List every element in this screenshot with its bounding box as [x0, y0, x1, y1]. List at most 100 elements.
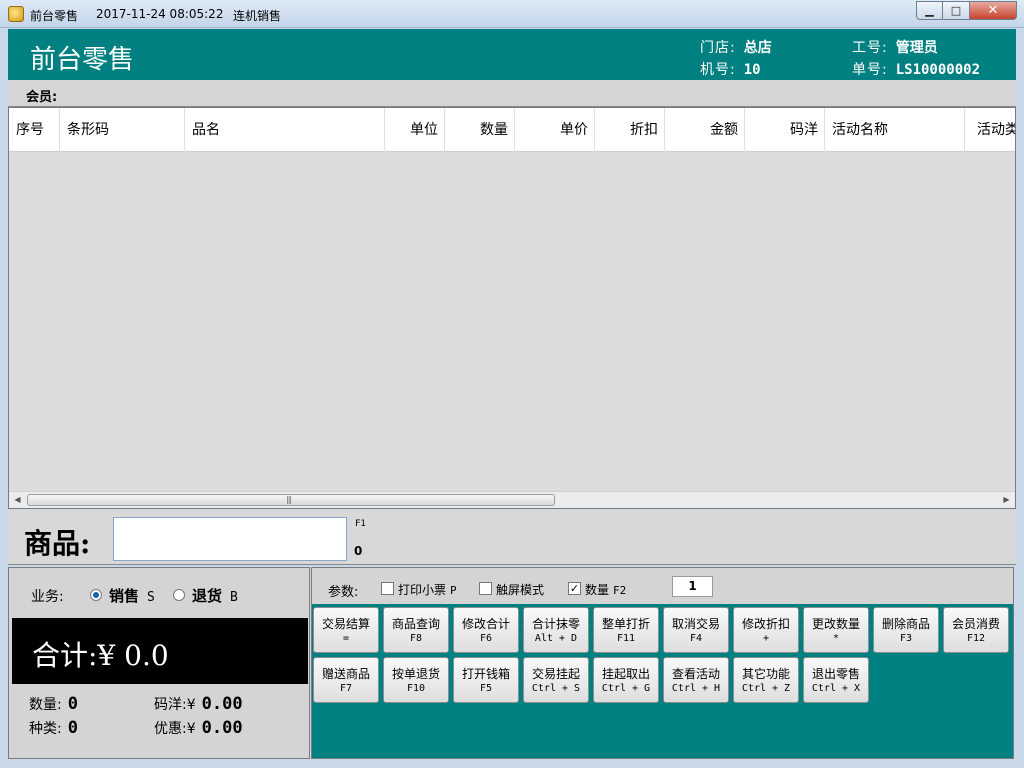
sale-option-label: 销售 — [109, 587, 140, 605]
return-option-label: 退货 — [192, 587, 223, 605]
function-button-hotkey: F3 — [899, 633, 913, 644]
print-receipt-label: 打印小票 — [398, 583, 447, 597]
function-button-hotkey: + — [762, 633, 770, 644]
quantity-stat-value: 0 — [67, 694, 78, 714]
function-button-hotkey: Ctrl + X — [811, 683, 861, 694]
sale-radio[interactable] — [90, 589, 102, 601]
column-header-amount[interactable]: 金额 — [665, 108, 745, 152]
quantity-input[interactable]: 1 — [672, 576, 713, 597]
function-button-label: 查看活动 — [671, 667, 720, 681]
total-display: 合计:¥ 0.0 — [12, 618, 308, 684]
window-title: 前台零售 — [30, 9, 79, 23]
function-button-hotkey: Ctrl + S — [531, 683, 581, 694]
goods-grid[interactable]: 序号 条形码 品名 单位 数量 单价 折扣 金额 码洋 活动名称 活动类 ◀ |… — [8, 107, 1016, 509]
print-receipt-checkbox[interactable] — [381, 582, 394, 595]
touch-mode-label: 触屏模式 — [496, 583, 545, 597]
function-button-label: 赠送商品 — [321, 667, 370, 681]
close-button[interactable]: ✕ — [970, 1, 1017, 20]
function-button-label: 其它功能 — [741, 667, 790, 681]
horizontal-scrollbar[interactable]: ◀ ||| ▶ — [9, 491, 1015, 508]
open-drawer-button[interactable]: 打开钱箱 F5 — [453, 657, 519, 703]
edit-total-button[interactable]: 修改合计 F6 — [453, 607, 519, 653]
column-header-name[interactable]: 品名 — [185, 108, 385, 152]
discount-stat: 优惠:¥ 0.00 — [154, 718, 243, 738]
function-button-hotkey: F7 — [339, 683, 353, 694]
function-button-label: 打开钱箱 — [461, 667, 510, 681]
member-label: 会员: — [26, 90, 58, 105]
column-header-price[interactable]: 单价 — [515, 108, 595, 152]
settle-button[interactable]: 交易结算 = — [313, 607, 379, 653]
product-count: 0 — [354, 544, 363, 558]
change-qty-button[interactable]: 更改数量 * — [803, 607, 869, 653]
gift-button[interactable]: 赠送商品 F7 — [313, 657, 379, 703]
function-button-label: 按单退货 — [391, 667, 440, 681]
maximize-button[interactable]: □ — [943, 1, 970, 20]
column-header-list-price[interactable]: 码洋 — [745, 108, 825, 152]
store-value: 总店 — [743, 40, 772, 56]
return-option-hotkey: B — [230, 590, 238, 605]
column-header-activity-type[interactable]: 活动类 — [965, 108, 1015, 152]
machine-value: 10 — [743, 62, 761, 78]
view-activity-button[interactable]: 查看活动 Ctrl + H — [663, 657, 729, 703]
return-radio[interactable] — [173, 589, 185, 601]
column-header-quantity[interactable]: 数量 — [445, 108, 515, 152]
resume-button[interactable]: 挂起取出 Ctrl + G — [593, 657, 659, 703]
operator-info: 工号: 管理员 — [852, 37, 938, 57]
function-button-hotkey: F11 — [616, 633, 636, 644]
delete-button[interactable]: 删除商品 F3 — [873, 607, 939, 653]
function-button-label: 修改折扣 — [741, 617, 790, 631]
business-label: 业务: — [31, 589, 64, 605]
function-button-hotkey: = — [342, 633, 350, 644]
operator-value: 管理员 — [895, 40, 938, 56]
window-datetime: 2017-11-24 08:05:22 — [96, 7, 224, 21]
scroll-right-icon[interactable]: ▶ — [998, 492, 1015, 508]
scroll-left-icon[interactable]: ◀ — [9, 492, 26, 508]
scrollbar-thumb[interactable]: ||| — [27, 494, 555, 506]
suspend-button[interactable]: 交易挂起 Ctrl + S — [523, 657, 589, 703]
sale-option[interactable]: 销售 S — [109, 585, 155, 606]
function-button-hotkey: Alt + D — [534, 633, 578, 644]
other-button[interactable]: 其它功能 Ctrl + Z — [733, 657, 799, 703]
column-header-barcode[interactable]: 条形码 — [60, 108, 185, 152]
page-title: 前台零售 — [30, 45, 135, 75]
quantity-checkbox[interactable]: ✓ — [568, 582, 581, 595]
edit-discount-button[interactable]: 修改折扣 + — [733, 607, 799, 653]
check-mark-icon: ✓ — [569, 582, 580, 595]
order-info: 单号: LS10000002 — [852, 59, 980, 79]
minimize-button[interactable]: ▁ — [916, 1, 943, 20]
operator-label: 工号: — [852, 40, 888, 56]
function-button-label: 商品查询 — [391, 617, 440, 631]
function-button-label: 删除商品 — [881, 617, 930, 631]
column-header-discount[interactable]: 折扣 — [595, 108, 665, 152]
function-button-hotkey: * — [832, 633, 840, 644]
quantity-stat-label: 数量: — [29, 697, 62, 713]
product-input-row: 商品: F1 0 — [8, 510, 1016, 565]
list-price-stat: 码洋:¥ 0.00 — [154, 694, 243, 714]
whole-discount-button[interactable]: 整单打折 F11 — [593, 607, 659, 653]
function-button-label: 更改数量 — [811, 617, 860, 631]
round-off-button[interactable]: 合计抹零 Alt + D — [523, 607, 589, 653]
quantity-text: 数量 F2 — [585, 581, 626, 598]
order-value: LS10000002 — [895, 62, 981, 78]
query-button[interactable]: 商品查询 F8 — [383, 607, 449, 653]
column-header-unit[interactable]: 单位 — [385, 108, 445, 152]
cancel-button[interactable]: 取消交易 F4 — [663, 607, 729, 653]
column-header-activity-name[interactable]: 活动名称 — [825, 108, 965, 152]
discount-stat-label: 优惠:¥ — [154, 721, 196, 737]
exit-button[interactable]: 退出零售 Ctrl + X — [803, 657, 869, 703]
function-button-label: 挂起取出 — [601, 667, 650, 681]
grid-header: 序号 条形码 品名 单位 数量 单价 折扣 金额 码洋 活动名称 活动类 — [9, 108, 1015, 152]
total-amount: 合计:¥ 0.0 — [32, 639, 169, 672]
function-button-hotkey: F12 — [966, 633, 986, 644]
store-info: 门店: 总店 — [700, 37, 772, 57]
touch-mode-checkbox[interactable] — [479, 582, 492, 595]
member-consume-button[interactable]: 会员消费 F12 — [943, 607, 1009, 653]
function-button-label: 整单打折 — [601, 617, 650, 631]
function-button-label: 会员消费 — [951, 617, 1000, 631]
function-button-label: 取消交易 — [671, 617, 720, 631]
print-receipt-hotkey: P — [450, 584, 457, 597]
product-input[interactable] — [113, 517, 347, 561]
column-header-index[interactable]: 序号 — [9, 108, 60, 152]
return-option[interactable]: 退货 B — [192, 585, 238, 606]
return-by-order-button[interactable]: 按单退货 F10 — [383, 657, 449, 703]
